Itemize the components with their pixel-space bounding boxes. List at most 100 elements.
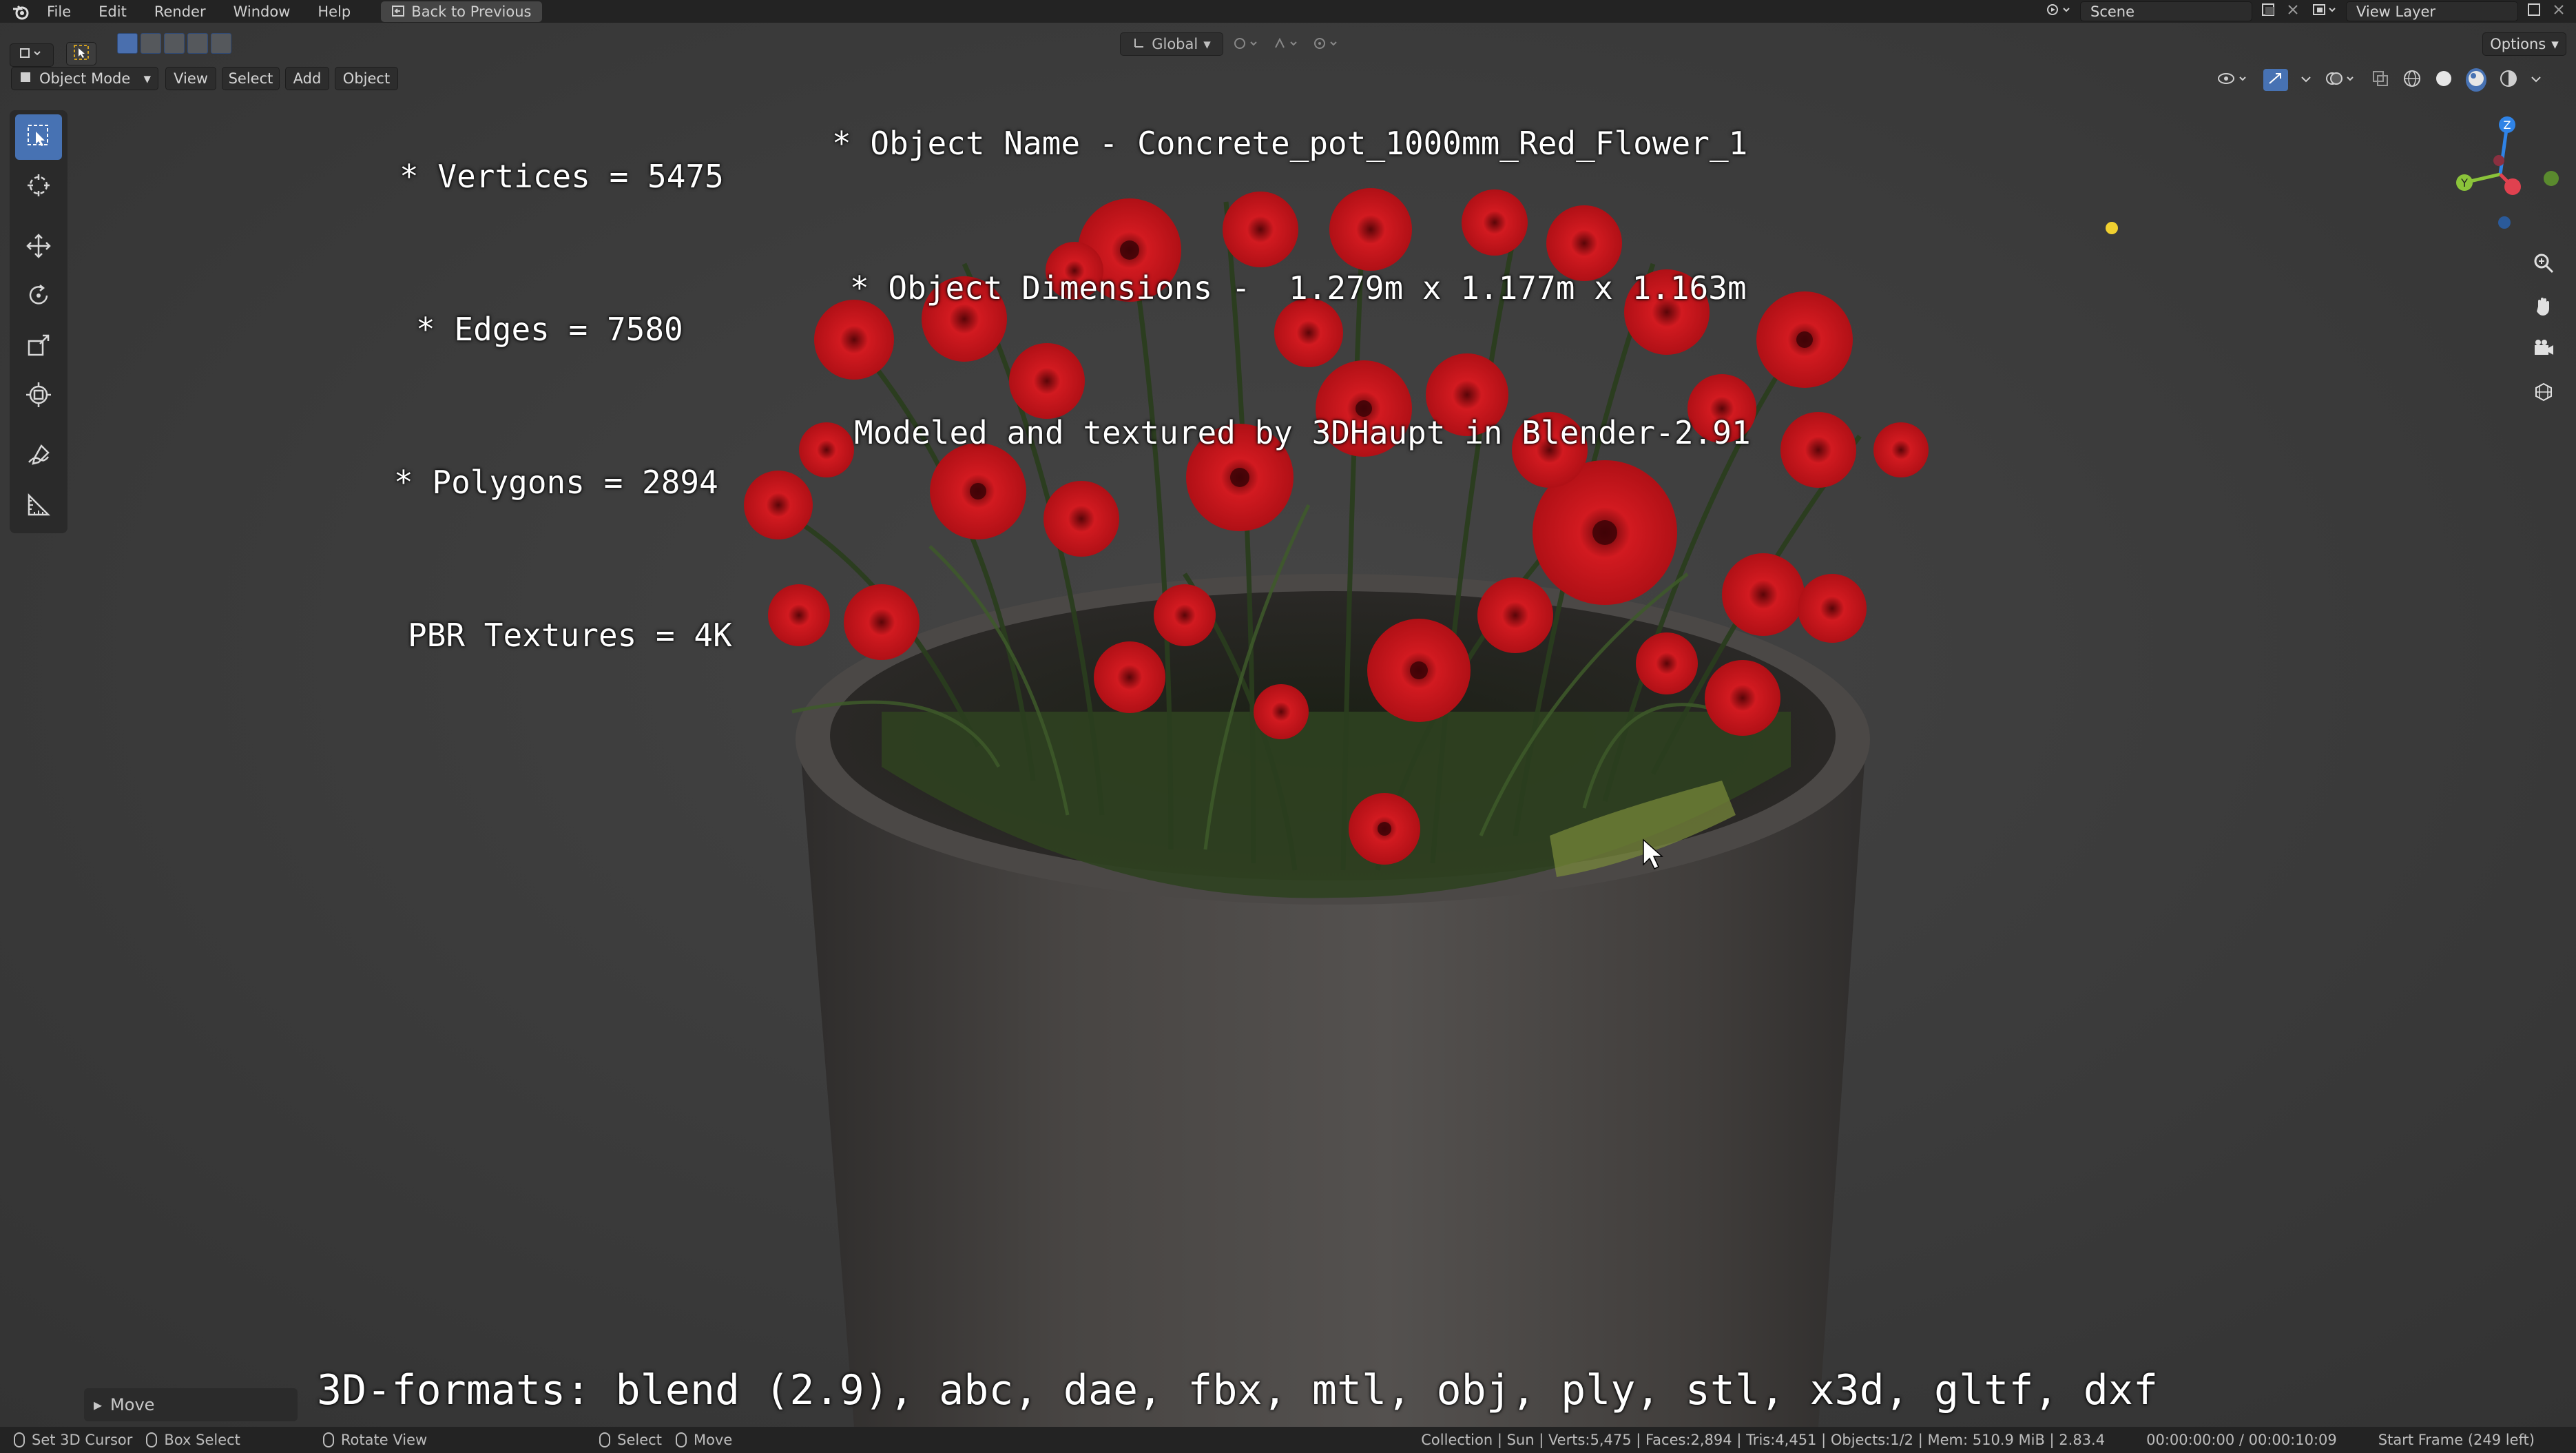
timecode: 00:00:00:00 / 00:00:10:09 xyxy=(2146,1432,2337,1448)
menu-file[interactable]: File xyxy=(33,0,85,23)
scale-icon xyxy=(25,331,52,362)
viewport-display-controls xyxy=(2216,68,2542,92)
menu-edit[interactable]: Edit xyxy=(85,0,141,23)
scene-name-field[interactable]: Scene xyxy=(2080,1,2252,21)
navigation-gizmo[interactable]: Z Y xyxy=(2438,112,2562,236)
mouse-left-icon xyxy=(14,1432,25,1447)
svg-text:Z: Z xyxy=(2504,118,2511,132)
object-info-overlay: * Object Name - Concrete_pot_1000mm_Red_… xyxy=(832,23,1751,553)
move-icon xyxy=(25,232,52,262)
scene-statistics: Collection | Sun | Verts:5,475 | Faces:2… xyxy=(1421,1432,2106,1448)
object-mode-icon xyxy=(19,70,32,87)
menu-help[interactable]: Help xyxy=(304,0,364,23)
overlays-icon[interactable] xyxy=(2324,69,2358,91)
rotate-tool[interactable] xyxy=(15,274,62,320)
last-operation-label: Move xyxy=(110,1395,155,1414)
author-credit-text: Modeled and textured by 3DHaupt in Blend… xyxy=(854,414,1751,451)
measure-icon xyxy=(25,491,52,522)
menu-view[interactable]: View xyxy=(165,67,216,90)
options-label: Options xyxy=(2490,36,2546,52)
chevron-down-icon: ▾ xyxy=(143,70,151,87)
textures-stat: PBR Textures = 4K xyxy=(408,617,732,654)
view-layer-name-field[interactable]: View Layer xyxy=(2346,1,2518,21)
gizmo-dropdown-icon[interactable] xyxy=(2300,70,2312,90)
hint-label: Move xyxy=(693,1432,733,1448)
object-mode-dropdown[interactable]: Object Mode ▾ xyxy=(11,67,158,90)
select-tool-header-button[interactable] xyxy=(66,42,96,65)
delete-scene-icon[interactable] xyxy=(2285,2,2300,21)
menu-object[interactable]: Object xyxy=(335,67,398,90)
measure-tool[interactable] xyxy=(15,484,62,529)
camera-icon[interactable] xyxy=(2524,329,2564,369)
back-to-previous-label: Back to Previous xyxy=(411,3,532,20)
scale-tool[interactable] xyxy=(15,324,62,369)
editor-type-button[interactable] xyxy=(10,43,54,67)
status-right-info: Collection | Sun | Verts:5,475 | Faces:2… xyxy=(1421,1427,2576,1453)
move-tool[interactable] xyxy=(15,225,62,270)
3d-viewport[interactable]: Object Mode ▾ View Select Add Object Glo… xyxy=(0,23,2576,1427)
mode-difference-icon[interactable] xyxy=(187,33,208,54)
back-icon xyxy=(392,3,405,20)
mode-set-icon[interactable] xyxy=(117,33,138,54)
view-layer-selector: View Layer xyxy=(2312,0,2566,23)
svg-text:Y: Y xyxy=(2460,176,2468,189)
zoom-icon[interactable] xyxy=(2524,243,2564,283)
view-layer-icon[interactable] xyxy=(2312,1,2339,21)
menu-render[interactable]: Render xyxy=(141,0,220,23)
material-shading-icon[interactable] xyxy=(2466,68,2486,92)
hint-box-select: Box Select xyxy=(146,1432,240,1448)
chevron-down-icon: ▾ xyxy=(2551,36,2559,52)
mode-extend-icon[interactable] xyxy=(141,33,161,54)
object-dimensions-text: * Object Dimensions - 1.279m x 1.177m x … xyxy=(850,269,1747,307)
menu-add[interactable]: Add xyxy=(285,67,329,90)
hint-move: Move xyxy=(675,1432,733,1448)
polygons-stat: * Polygons = 2894 xyxy=(394,464,718,501)
menu-window[interactable]: Window xyxy=(220,0,304,23)
menu-select[interactable]: Select xyxy=(222,67,280,90)
object-name-text: * Object Name - Concrete_pot_1000mm_Red_… xyxy=(832,125,1748,162)
delete-view-layer-icon[interactable] xyxy=(2551,2,2566,21)
editor-type-icon xyxy=(18,46,45,65)
mouse-middle-icon xyxy=(322,1432,334,1447)
select-box-icon xyxy=(25,122,52,152)
hint-rotate-view: Rotate View xyxy=(322,1432,428,1448)
selection-mode-group xyxy=(117,33,231,54)
cursor-tool[interactable] xyxy=(15,164,62,209)
new-scene-icon[interactable] xyxy=(2259,1,2278,21)
back-to-previous-button[interactable]: Back to Previous xyxy=(381,1,543,22)
status-bar: Set 3D Cursor Box Select Rotate View Sel… xyxy=(0,1427,2576,1453)
mode-intersect-icon[interactable] xyxy=(211,33,231,54)
hint-label: Set 3D Cursor xyxy=(32,1432,133,1448)
new-view-layer-icon[interactable] xyxy=(2525,1,2544,21)
options-dropdown[interactable]: Options ▾ xyxy=(2482,32,2566,56)
vertices-stat: * Vertices = 5475 xyxy=(399,158,724,195)
rendered-shading-icon[interactable] xyxy=(2499,69,2518,91)
solid-shading-icon[interactable] xyxy=(2434,69,2453,91)
pan-hand-icon[interactable] xyxy=(2524,286,2564,326)
hint-set-3d-cursor: Set 3D Cursor xyxy=(14,1432,132,1448)
ortho-grid-icon[interactable] xyxy=(2524,371,2564,411)
last-operation-panel[interactable]: ▸ Move xyxy=(84,1388,298,1421)
formats-overlay-text: 3D-formats: blend (2.9), abc, dae, fbx, … xyxy=(317,1366,2159,1414)
object-mode-label: Object Mode xyxy=(39,70,131,87)
gizmo-toggle-icon[interactable] xyxy=(2263,69,2288,91)
annotate-tool[interactable] xyxy=(15,434,62,480)
mode-subtract-icon[interactable] xyxy=(164,33,185,54)
collapse-arrow-icon: ▸ xyxy=(94,1395,103,1414)
select-box-tool[interactable] xyxy=(15,114,62,160)
scene-icon[interactable] xyxy=(2046,1,2073,21)
xray-icon[interactable] xyxy=(2371,69,2390,91)
shading-dropdown-icon[interactable] xyxy=(2531,70,2542,90)
blender-logo-icon[interactable] xyxy=(8,0,33,23)
wireframe-shading-icon[interactable] xyxy=(2402,69,2422,91)
mouse-right-icon xyxy=(599,1432,611,1447)
hint-label: Box Select xyxy=(164,1432,240,1448)
cursor-icon xyxy=(25,172,52,202)
annotate-icon xyxy=(25,442,52,472)
visibility-icon[interactable] xyxy=(2216,69,2251,91)
hint-label: Rotate View xyxy=(340,1432,428,1448)
hint-select: Select xyxy=(599,1432,662,1448)
hint-label: Select xyxy=(617,1432,662,1448)
transform-tool[interactable] xyxy=(15,373,62,419)
start-frame-info: Start Frame (249 left) xyxy=(2378,1432,2535,1448)
